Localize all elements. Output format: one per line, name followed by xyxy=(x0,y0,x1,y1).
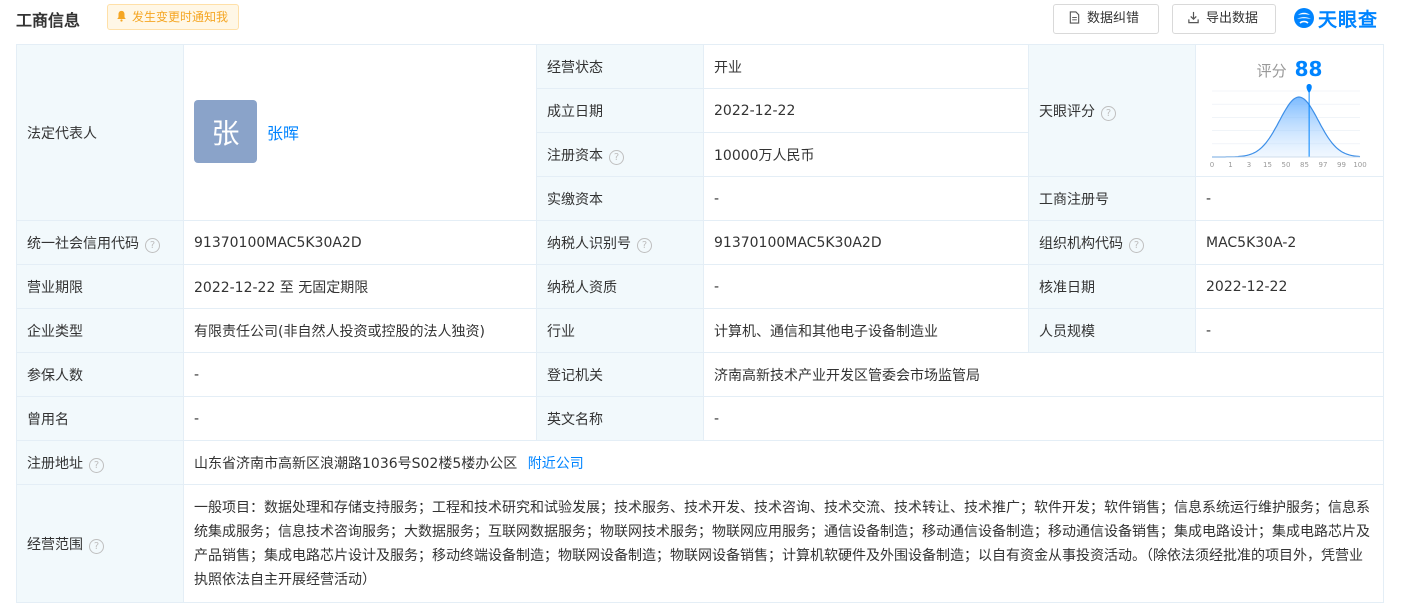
legal-rep-name-link[interactable]: 张晖 xyxy=(267,120,299,144)
scope-label-cell: 经营范围? xyxy=(16,484,184,603)
english-name-value: - xyxy=(703,396,1384,441)
x-tick-label: 85 xyxy=(1300,161,1309,169)
avatar[interactable]: 张 xyxy=(194,100,257,163)
question-circle-icon[interactable]: ? xyxy=(609,149,624,165)
status-label: 经营状态 xyxy=(536,44,704,89)
score-label: 天眼评分 xyxy=(1039,103,1095,120)
question-circle-icon[interactable]: ? xyxy=(637,237,652,253)
tianyancha-logo[interactable]: 天眼查 xyxy=(1293,4,1378,32)
scope-label: 经营范围 xyxy=(27,536,83,553)
former-name-label: 曾用名 xyxy=(16,396,184,441)
approved-value: 2022-12-22 xyxy=(1195,264,1384,309)
address-value: 山东省济南市高新区浪潮路1036号S02楼5楼办公区 xyxy=(194,455,518,472)
scope-value: 一般项目：数据处理和存储支持服务；工程和技术研究和试验发展；技术服务、技术开发、… xyxy=(183,484,1384,603)
company-type-value: 有限责任公司(非自然人投资或控股的法人独资) xyxy=(183,308,537,353)
question-circle-icon[interactable]: ? xyxy=(1101,105,1116,121)
section-header: 工商信息 发生变更时通知我 数据纠错 导出数据 天眼查 xyxy=(0,0,1403,40)
term-value: 2022-12-22 至 无固定期限 xyxy=(183,264,537,309)
x-tick-label: 3 xyxy=(1247,161,1251,169)
notify-change-button[interactable]: 发生变更时通知我 xyxy=(107,4,240,30)
x-tick-label: 99 xyxy=(1337,161,1346,169)
org-code-label: 组织机构代码 xyxy=(1039,235,1123,252)
business-info-table: 法定代表人 张 张晖 经营状态 开业 天眼评分? 评分 88 0 1 3 15 50 85 9… xyxy=(16,44,1384,603)
former-name-value: - xyxy=(183,396,537,441)
table-row: 统一社会信用代码? 91370100MAC5K30A2D 纳税人识别号? 913… xyxy=(16,220,1384,265)
taxpayer-id-label: 纳税人识别号 xyxy=(547,235,631,252)
score-label-cell: 天眼评分? xyxy=(1028,44,1196,177)
term-label: 营业期限 xyxy=(16,264,184,309)
document-icon xyxy=(1069,11,1080,24)
staff-size-label: 人员规模 xyxy=(1028,308,1196,353)
address-cell: 山东省济南市高新区浪潮路1036号S02楼5楼办公区 附近公司 xyxy=(183,440,1384,485)
score-value: 88 xyxy=(1294,57,1323,81)
export-data-button[interactable]: 导出数据 xyxy=(1172,4,1276,34)
question-circle-icon[interactable]: ? xyxy=(145,237,160,253)
score-chart-cell: 评分 88 0 1 3 15 50 85 97 99 100 xyxy=(1195,44,1384,177)
credit-code-label: 统一社会信用代码 xyxy=(27,235,139,252)
download-icon xyxy=(1188,11,1199,24)
table-row: 法定代表人 张 张晖 经营状态 开业 天眼评分? 评分 88 0 1 3 15 50 85 9… xyxy=(16,44,1384,221)
table-row: 企业类型 有限责任公司(非自然人投资或控股的法人独资) 行业 计算机、通信和其他… xyxy=(16,308,1384,353)
legal-rep-cell: 张 张晖 xyxy=(183,44,537,221)
credit-code-label-cell: 统一社会信用代码? xyxy=(16,220,184,265)
capital-value: 10000万人民币 xyxy=(703,132,1029,177)
section-title: 工商信息 xyxy=(16,11,81,30)
score-chart-label: 评分 xyxy=(1256,62,1287,80)
score-marker-pin xyxy=(1306,84,1312,93)
taxpayer-id-label-cell: 纳税人识别号? xyxy=(536,220,704,265)
address-label: 注册地址 xyxy=(27,455,83,472)
authority-label: 登记机关 xyxy=(536,352,704,397)
x-tick-label: 1 xyxy=(1228,161,1232,169)
insured-value: - xyxy=(183,352,537,397)
address-label-cell: 注册地址? xyxy=(16,440,184,485)
nearby-companies-link[interactable]: 附近公司 xyxy=(528,456,584,472)
reg-no-label: 工商注册号 xyxy=(1028,176,1196,221)
reg-no-value: - xyxy=(1195,176,1384,221)
table-row: 营业期限 2022-12-22 至 无固定期限 纳税人资质 - 核准日期 202… xyxy=(16,264,1384,309)
export-data-label: 导出数据 xyxy=(1206,11,1259,26)
x-tick-label: 15 xyxy=(1263,161,1272,169)
capital-label: 注册资本 xyxy=(547,147,603,164)
table-row: 注册地址? 山东省济南市高新区浪潮路1036号S02楼5楼办公区 附近公司 xyxy=(16,440,1384,485)
table-row: 经营范围? 一般项目：数据处理和存储支持服务；工程和技术研究和试验发展；技术服务… xyxy=(16,484,1384,603)
tianyancha-logo-icon xyxy=(1294,8,1314,28)
bell-icon xyxy=(117,10,126,22)
score-distribution-chart: 0 1 3 15 50 85 97 99 100 xyxy=(1210,84,1367,169)
question-circle-icon[interactable]: ? xyxy=(1129,237,1144,253)
paid-capital-value: - xyxy=(703,176,1029,221)
taxpayer-id-value: 91370100MAC5K30A2D xyxy=(703,220,1029,265)
question-circle-icon[interactable]: ? xyxy=(89,457,104,473)
x-tick-label: 97 xyxy=(1319,161,1328,169)
logo-text: 天眼查 xyxy=(1318,8,1379,31)
staff-size-value: - xyxy=(1195,308,1384,353)
table-row: 参保人数 - 登记机关 济南高新技术产业开发区管委会市场监管局 xyxy=(16,352,1384,397)
table-row: 曾用名 - 英文名称 - xyxy=(16,396,1384,441)
taxpayer-qual-value: - xyxy=(703,264,1029,309)
data-correction-label: 数据纠错 xyxy=(1087,11,1140,26)
industry-label: 行业 xyxy=(536,308,704,353)
distribution-area xyxy=(1212,97,1360,157)
paid-capital-label: 实缴资本 xyxy=(536,176,704,221)
x-tick-label: 100 xyxy=(1353,161,1366,169)
taxpayer-qual-label: 纳税人资质 xyxy=(536,264,704,309)
data-correction-button[interactable]: 数据纠错 xyxy=(1053,4,1159,34)
legal-rep-label: 法定代表人 xyxy=(16,44,184,221)
notify-label: 发生变更时通知我 xyxy=(132,10,229,24)
question-circle-icon[interactable]: ? xyxy=(89,538,104,554)
status-value: 开业 xyxy=(703,44,1029,89)
authority-value: 济南高新技术产业开发区管委会市场监管局 xyxy=(703,352,1384,397)
x-tick-label: 50 xyxy=(1282,161,1291,169)
credit-code-value: 91370100MAC5K30A2D xyxy=(183,220,537,265)
approved-label: 核准日期 xyxy=(1028,264,1196,309)
company-type-label: 企业类型 xyxy=(16,308,184,353)
insured-label: 参保人数 xyxy=(16,352,184,397)
org-code-value: MAC5K30A-2 xyxy=(1195,220,1384,265)
org-code-label-cell: 组织机构代码? xyxy=(1028,220,1196,265)
x-tick-label: 0 xyxy=(1210,161,1214,169)
english-name-label: 英文名称 xyxy=(536,396,704,441)
founded-value: 2022-12-22 xyxy=(703,88,1029,133)
industry-value: 计算机、通信和其他电子设备制造业 xyxy=(703,308,1029,353)
founded-label: 成立日期 xyxy=(536,88,704,133)
capital-label-cell: 注册资本? xyxy=(536,132,704,177)
